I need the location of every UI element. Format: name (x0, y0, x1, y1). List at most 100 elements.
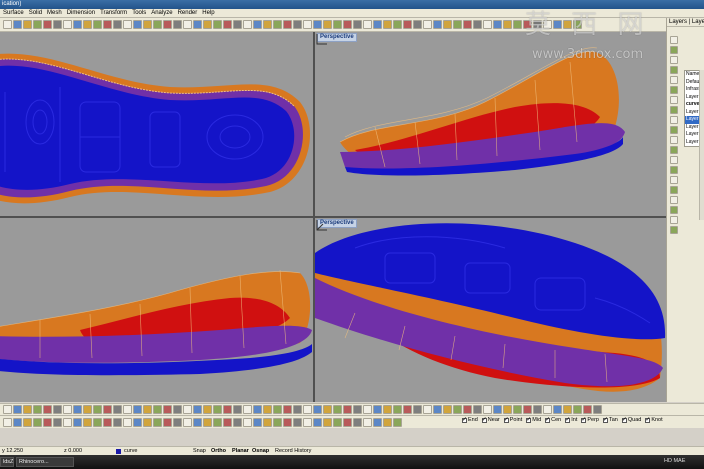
toolbar-button[interactable] (293, 417, 302, 427)
toolbar-button[interactable] (533, 405, 542, 414)
toolbar-button[interactable] (473, 20, 482, 29)
toolbar-button[interactable] (323, 405, 332, 414)
toolbar-button[interactable] (113, 417, 122, 427)
toolbar-button[interactable] (23, 417, 32, 427)
toolbar-button[interactable] (193, 405, 202, 414)
toolbar-button[interactable] (313, 417, 322, 427)
ortho-toggle[interactable]: Ortho (211, 447, 226, 455)
toolbar-button[interactable] (283, 20, 292, 29)
toolbar-button[interactable] (273, 405, 282, 414)
osnap-tan[interactable]: Tan (602, 416, 618, 423)
toolbar-button[interactable] (523, 405, 532, 414)
toolbar-button[interactable] (213, 417, 222, 427)
toolbar-button[interactable] (23, 20, 32, 29)
toolbar-button[interactable] (333, 20, 342, 29)
toolbar-button[interactable] (203, 20, 212, 29)
toolbar-button[interactable] (503, 405, 512, 414)
toolbar-button[interactable] (173, 405, 182, 414)
toolbar-button[interactable] (73, 20, 82, 29)
toolbar-button[interactable] (33, 417, 42, 427)
toolbar-button[interactable] (193, 417, 202, 427)
toolbar-button[interactable] (203, 405, 212, 414)
menu-mesh[interactable]: Mesh (47, 9, 62, 18)
layer-tool-icon[interactable] (669, 166, 678, 174)
menu-transform[interactable]: Transform (100, 9, 127, 18)
toolbar-button[interactable] (93, 417, 102, 427)
toolbar-button[interactable] (73, 417, 82, 427)
toolbar-button[interactable] (153, 20, 162, 29)
toolbar-button[interactable] (453, 20, 462, 29)
toolbar-button[interactable] (403, 20, 412, 29)
toolbar-button[interactable] (233, 417, 242, 427)
toolbar-button[interactable] (143, 20, 152, 29)
toolbar-button[interactable] (323, 20, 332, 29)
toolbar-button[interactable] (113, 20, 122, 29)
toolbar-button[interactable] (423, 20, 432, 29)
toolbar-button[interactable] (443, 405, 452, 414)
toolbar-button[interactable] (323, 417, 332, 427)
checkbox-icon[interactable] (565, 416, 570, 423)
toolbar-button[interactable] (93, 405, 102, 414)
layer-tool-icon[interactable] (669, 196, 678, 204)
checkbox-icon[interactable] (481, 416, 487, 423)
toolbar-button[interactable] (273, 417, 282, 427)
layer-tool-icon[interactable] (669, 46, 678, 54)
toolbar-button[interactable] (453, 405, 462, 414)
toolbar-button[interactable] (343, 405, 352, 414)
toolbar-button[interactable] (313, 20, 322, 29)
toolbar-button[interactable] (93, 20, 102, 29)
toolbar-button[interactable] (183, 405, 192, 414)
toolbar-button[interactable] (103, 405, 112, 414)
toolbar-button[interactable] (173, 20, 182, 29)
toolbar-button[interactable] (253, 417, 262, 427)
layer-tool-icon[interactable] (669, 186, 678, 194)
toolbar-button[interactable] (343, 417, 352, 427)
checkbox-icon[interactable] (526, 416, 531, 423)
checkbox-icon[interactable] (621, 416, 627, 423)
menu-solid[interactable]: Solid (29, 9, 42, 18)
layer-tool-icon[interactable] (669, 86, 678, 94)
checkbox-icon[interactable] (545, 416, 550, 423)
toolbar-button[interactable] (393, 405, 402, 414)
layer-tool-icon[interactable] (669, 96, 678, 104)
layer-tool-icon[interactable] (669, 66, 678, 74)
taskbar-button-rhino[interactable]: Rhinocero... (16, 457, 74, 467)
toolbar-button[interactable] (553, 405, 562, 414)
toolbar-button[interactable] (13, 405, 22, 414)
layer-tool-icon[interactable] (669, 146, 678, 154)
toolbar-button[interactable] (493, 405, 502, 414)
toolbar-button[interactable] (243, 20, 252, 29)
toolbar-button[interactable] (213, 20, 222, 29)
toolbar-button[interactable] (23, 405, 32, 414)
toolbar-button[interactable] (83, 405, 92, 414)
menu-dimension[interactable]: Dimension (67, 9, 95, 18)
toolbar-button[interactable] (33, 405, 42, 414)
toolbar-button[interactable] (53, 417, 62, 427)
osnap-cen[interactable]: Cen (545, 416, 561, 423)
osnap-mid[interactable]: Mid (526, 416, 541, 423)
toolbar-button[interactable] (573, 405, 582, 414)
current-layer[interactable]: curve (124, 447, 137, 455)
checkbox-icon[interactable] (581, 416, 586, 423)
toolbar-button[interactable] (43, 405, 52, 414)
osnap-knot[interactable]: Knot (645, 416, 663, 423)
taskbar-button[interactable]: ldsZ (0, 457, 14, 467)
toolbar-button[interactable] (433, 405, 442, 414)
toolbar-button[interactable] (103, 417, 112, 427)
toolbar-button[interactable] (63, 417, 72, 427)
menu-analyze[interactable]: Analyze (151, 9, 172, 18)
toolbar-button[interactable] (153, 417, 162, 427)
toolbar-button[interactable] (43, 417, 52, 427)
layer-tool-icon[interactable] (669, 36, 678, 44)
toolbar-button[interactable] (163, 417, 172, 427)
layer-tool-icon[interactable] (669, 56, 678, 64)
toolbar-button[interactable] (353, 20, 362, 29)
toolbar-button[interactable] (593, 405, 602, 414)
toolbar-button[interactable] (203, 417, 212, 427)
toolbar-button[interactable] (393, 20, 402, 29)
osnap-point[interactable]: Point (503, 416, 522, 423)
toolbar-button[interactable] (423, 405, 432, 414)
toolbar-button[interactable] (13, 417, 22, 427)
toolbar-button[interactable] (303, 405, 312, 414)
toolbar-button[interactable] (83, 417, 92, 427)
